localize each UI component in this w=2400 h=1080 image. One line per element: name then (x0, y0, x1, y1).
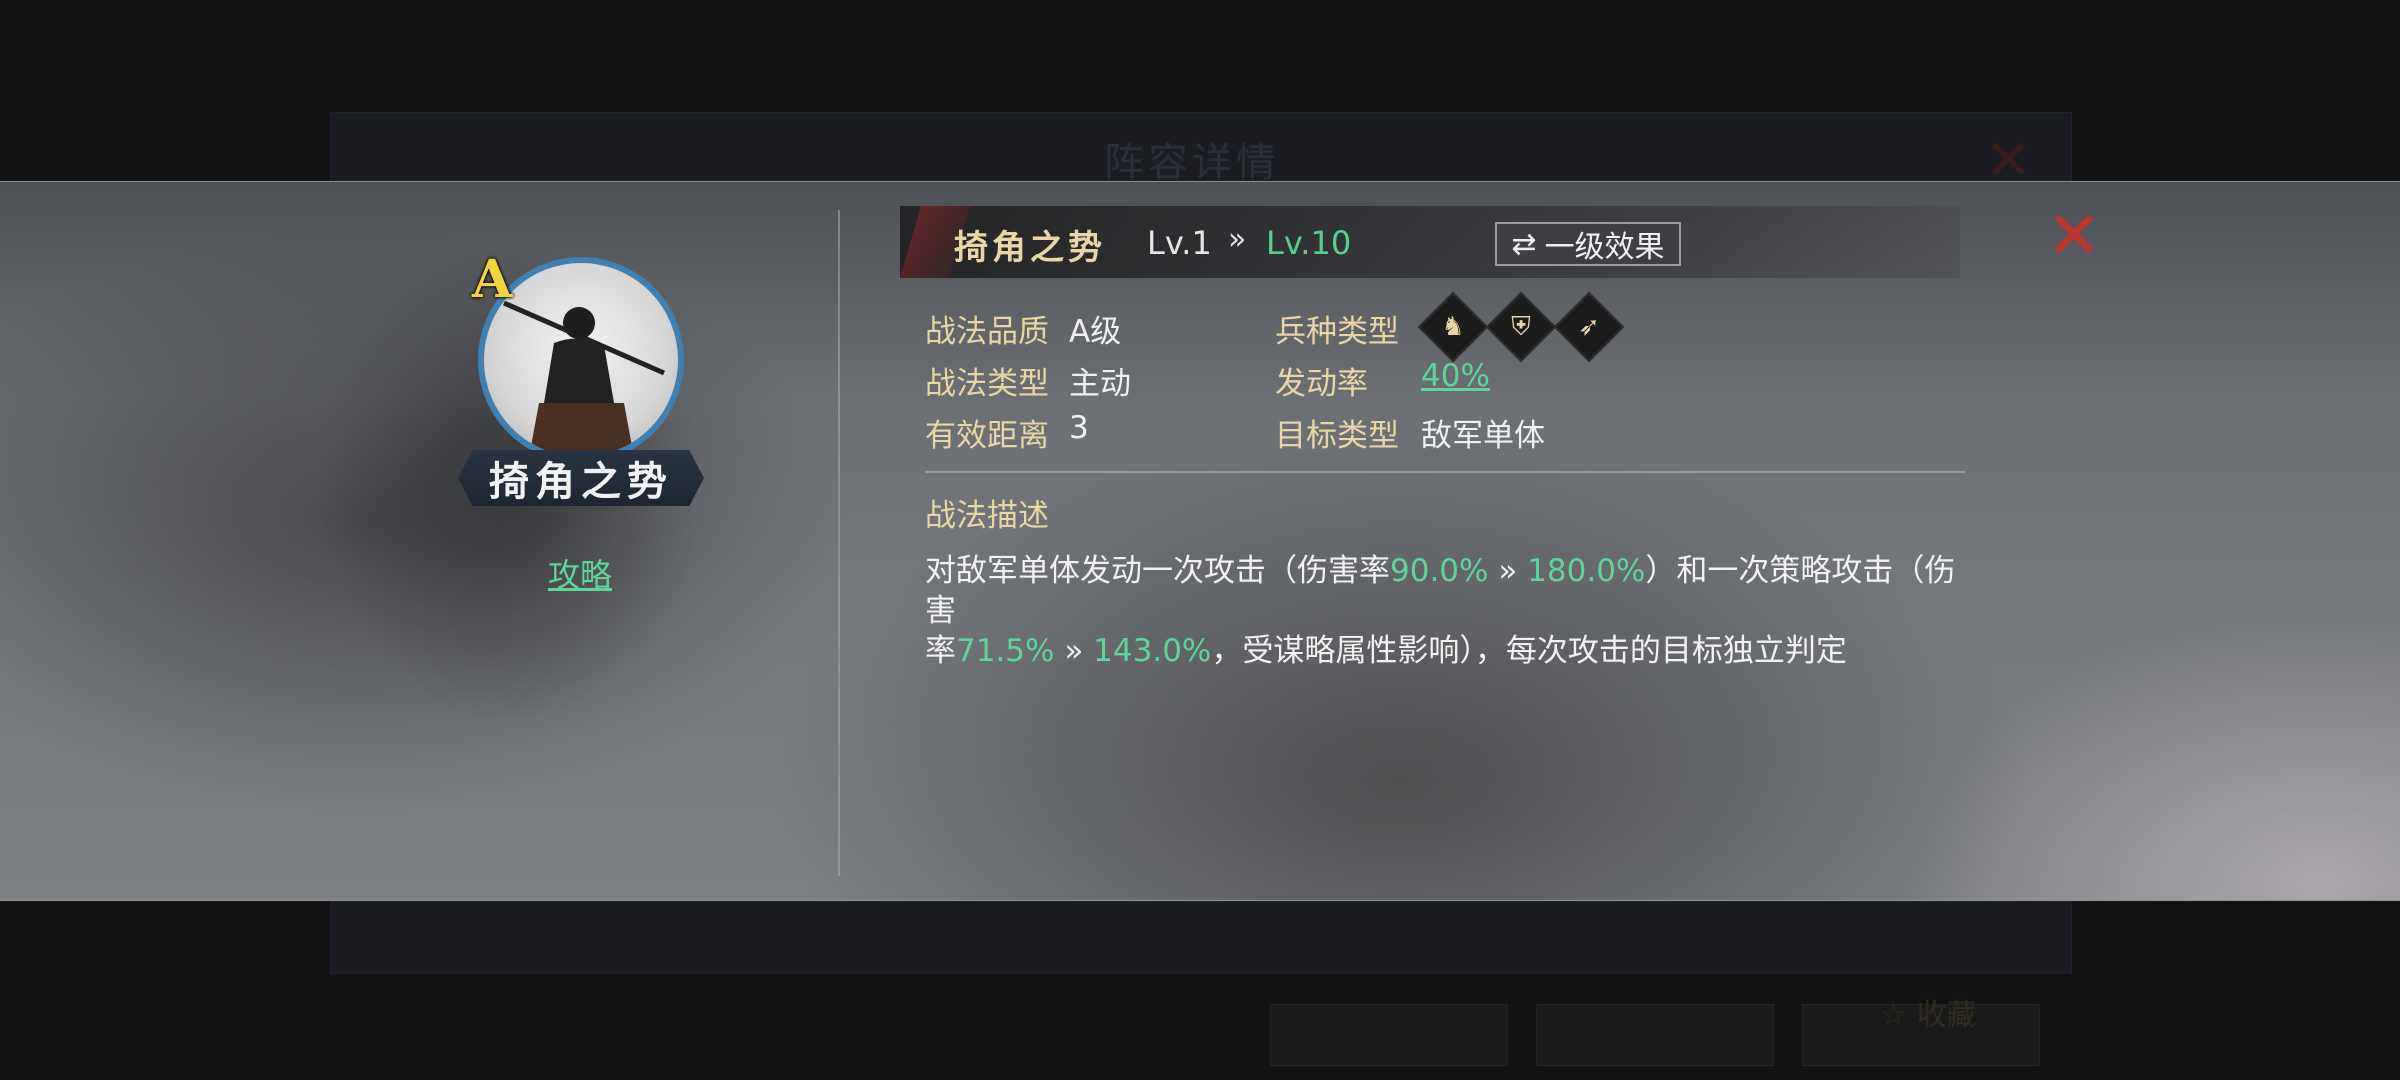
skill-avatar: A (472, 249, 684, 463)
skill-name-plaque: 掎角之势 (458, 450, 704, 506)
quality-value: A级 (1069, 314, 1122, 350)
warrior-portrait-icon (502, 300, 666, 457)
target-type-value: 敌军单体 (1421, 418, 1545, 454)
vertical-divider (838, 210, 840, 876)
level-current: Lv.1 (1147, 224, 1212, 262)
horizontal-divider (925, 471, 1965, 473)
strategy-link[interactable]: 攻略 (548, 550, 612, 596)
close-button[interactable]: ✕ (2046, 203, 2102, 269)
effect-toggle-label: 一级效果 (1544, 230, 1665, 265)
rate-value[interactable]: 40% (1421, 358, 1490, 394)
background-window-title: 阵容详情 (1104, 140, 1280, 186)
background-favorite: ☆ 收藏 (1880, 998, 1977, 1033)
skill-detail-panel: A 掎角之势 攻略 掎角之势 Lv.1 » Lv.10 ⇄ 一级效果 ✕ 战法品… (0, 181, 2400, 901)
swap-icon: ⇄ (1511, 226, 1537, 262)
troop-type-label: 兵种类型 (1275, 314, 1399, 350)
level-target: Lv.10 (1266, 224, 1352, 262)
archer-icon: ➶ (1553, 291, 1625, 363)
type-label: 战法类型 (925, 366, 1049, 402)
level-arrow-icon: » (1228, 222, 1247, 257)
effect-toggle-button[interactable]: ⇄ 一级效果 (1495, 222, 1681, 266)
description-text: 对敌军单体发动一次攻击（伤害率90.0% » 180.0%）和一次策略攻击（伤害… (925, 553, 1956, 669)
type-value: 主动 (1069, 366, 1131, 402)
shield-icon: ⛨ (1485, 291, 1557, 363)
close-icon: ✕ (2046, 197, 2102, 274)
range-value: 3 (1069, 410, 1089, 446)
skill-title: 掎角之势 (954, 228, 1106, 268)
quality-label: 战法品质 (925, 314, 1049, 350)
rate-label: 发动率 (1275, 366, 1368, 402)
cavalry-icon: ♞ (1417, 291, 1489, 363)
skill-name-plaque-text: 掎角之势 (489, 458, 673, 505)
range-label: 有效距离 (925, 418, 1049, 454)
grade-badge: A (472, 249, 513, 310)
description-heading: 战法描述 (925, 498, 1049, 534)
target-type-label: 目标类型 (1275, 418, 1399, 454)
